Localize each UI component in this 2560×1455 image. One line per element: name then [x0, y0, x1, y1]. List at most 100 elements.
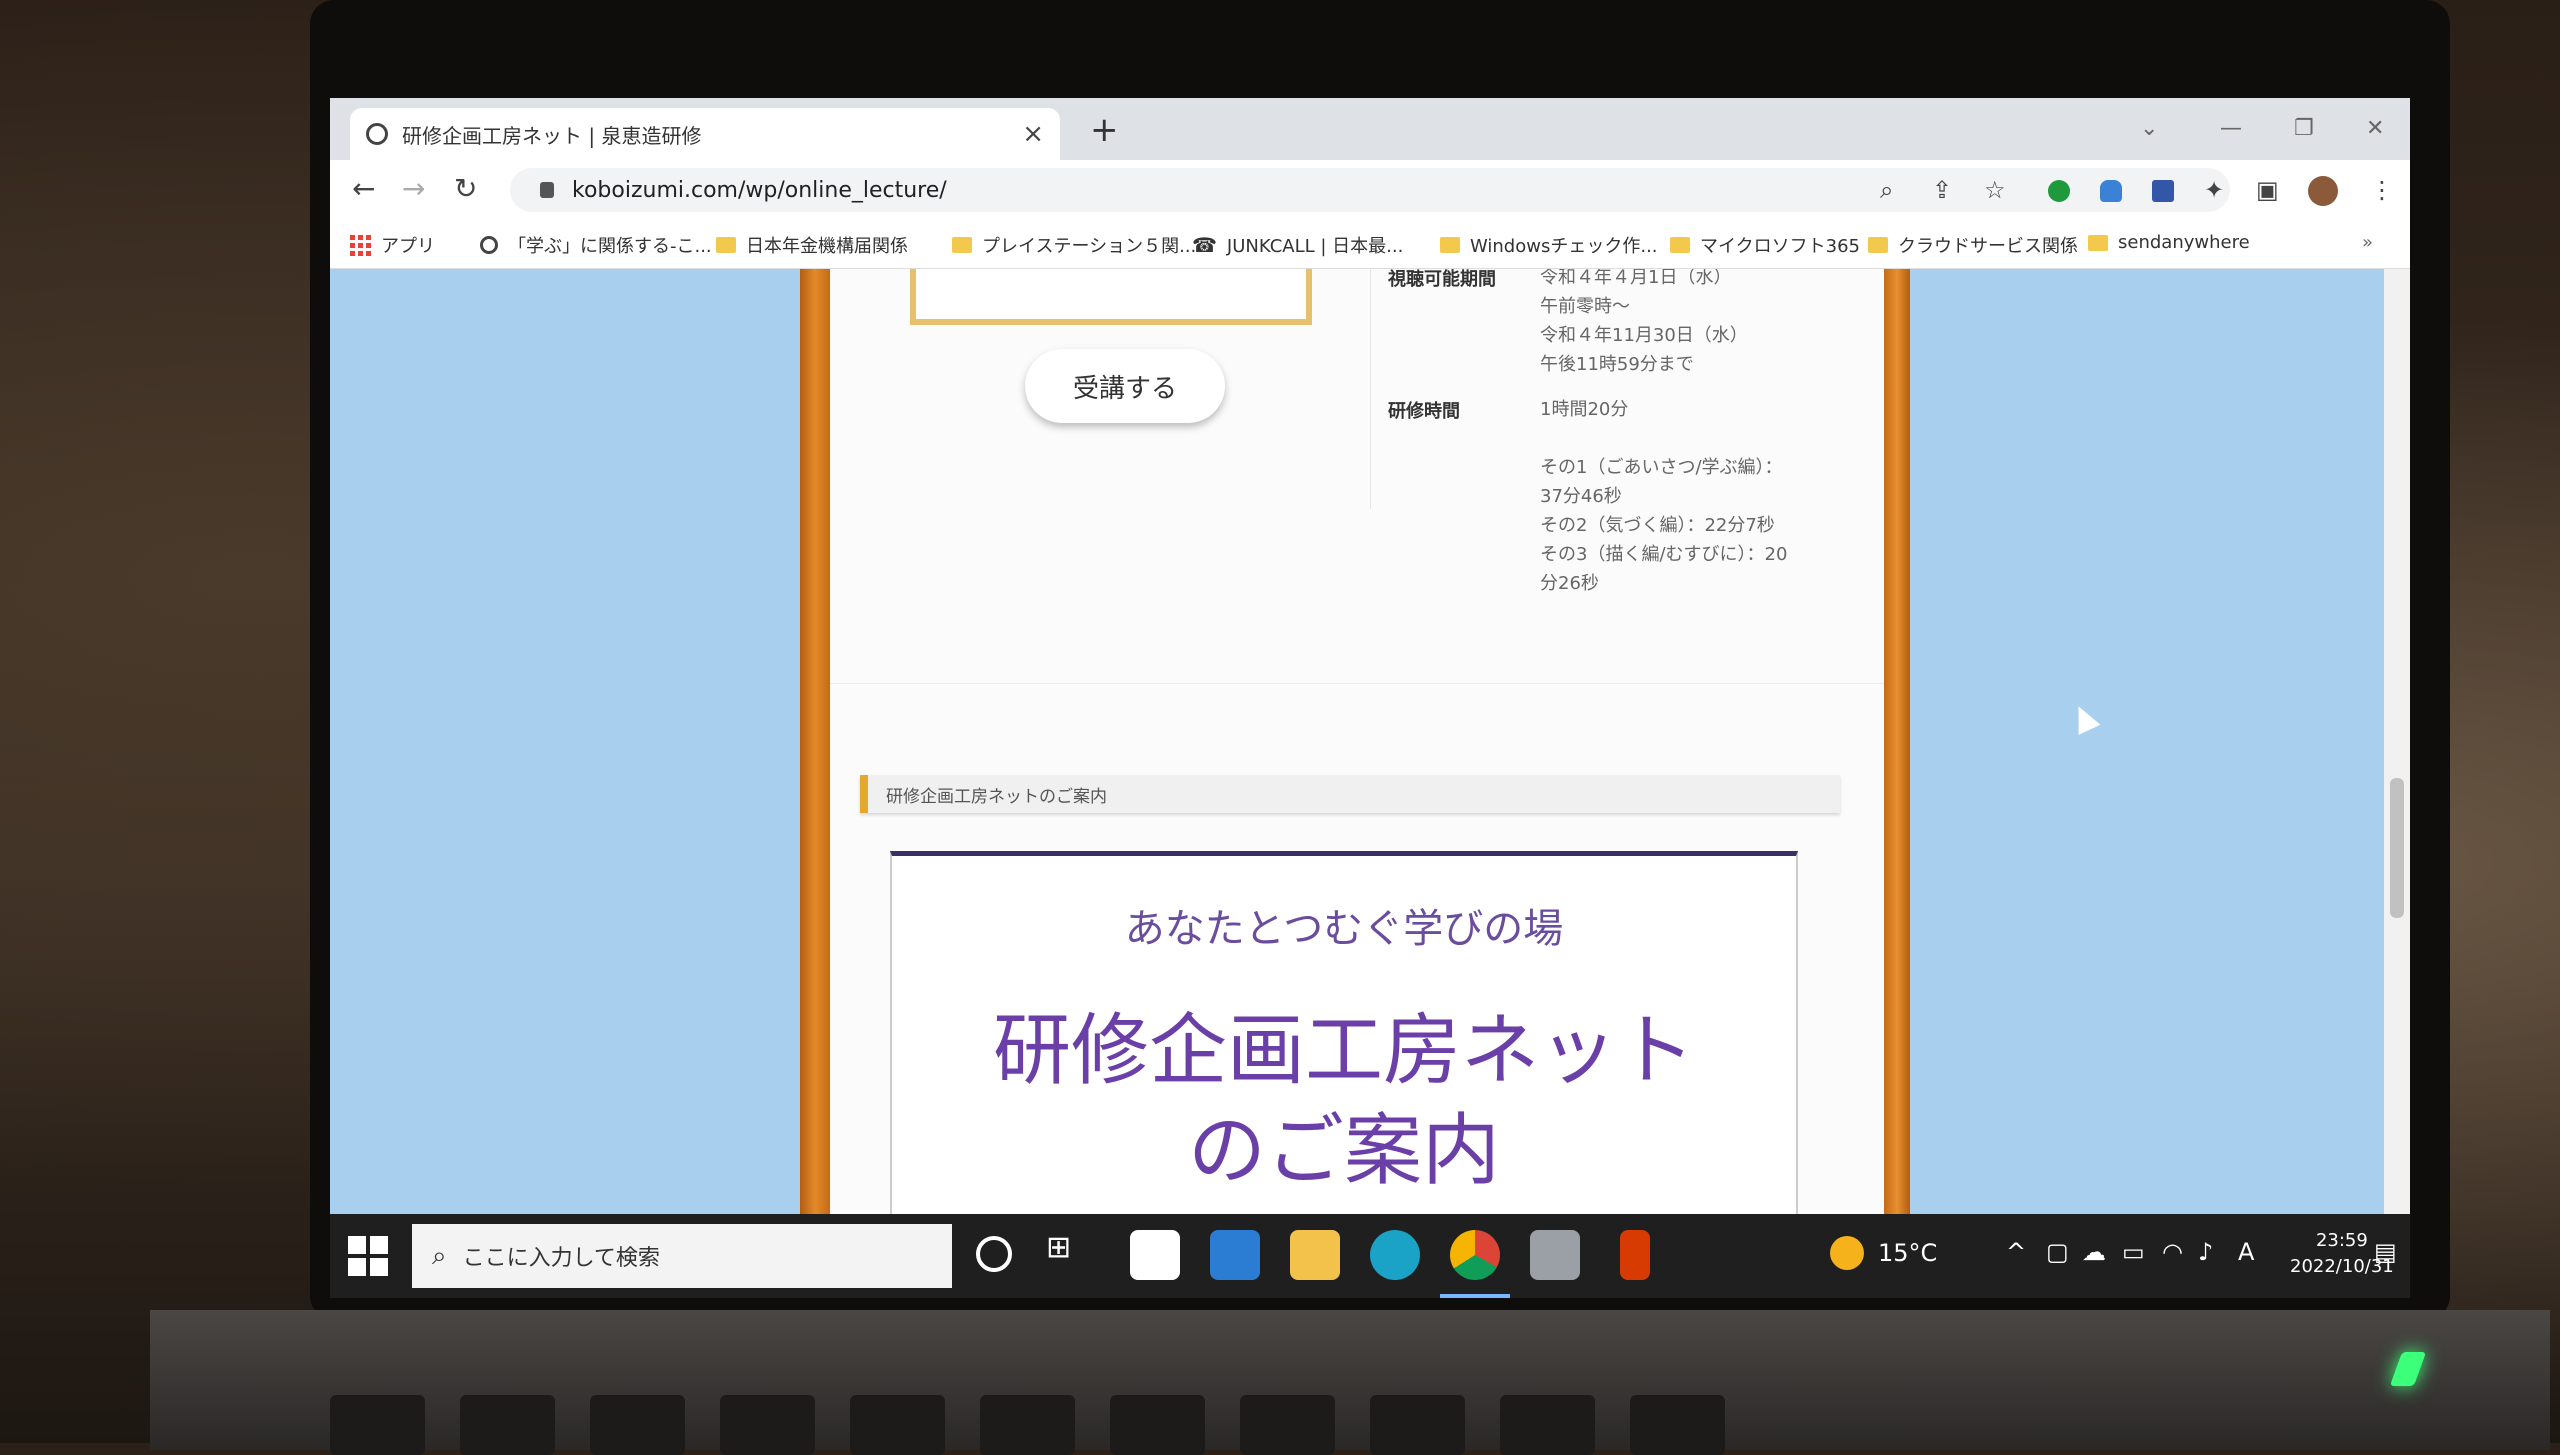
scrollbar-track[interactable] — [2384, 269, 2410, 1214]
banner-title: 研修企画工房ネット — [992, 1006, 1695, 1096]
office-icon[interactable] — [1620, 1230, 1650, 1280]
meet-now-icon[interactable]: ▢ — [2046, 1238, 2069, 1266]
task-view-icon[interactable]: ⊞ — [1046, 1230, 1096, 1280]
bookmark-apps[interactable]: アプリ — [350, 232, 435, 258]
close-tab-icon[interactable]: × — [1022, 119, 1044, 149]
mail-icon[interactable] — [1210, 1230, 1260, 1280]
part-line: その2（気づく編）：22分7秒 — [1540, 515, 1775, 536]
profile-avatar[interactable] — [2308, 176, 2338, 206]
keyboard-key — [330, 1395, 425, 1455]
edge-icon[interactable] — [1370, 1230, 1420, 1280]
restore-button[interactable]: ❐ — [2294, 116, 2314, 141]
share-icon[interactable]: ⇪ — [1932, 176, 1952, 204]
info-divider — [1370, 269, 1371, 509]
bookmark-folder[interactable]: Windowsチェック作... — [1440, 232, 1658, 258]
microsoft-store-icon[interactable] — [1130, 1230, 1180, 1280]
decorative-right-border — [1884, 269, 1910, 1214]
keyboard-key — [1500, 1395, 1595, 1455]
bookmark-folder[interactable]: プレイステーション５関... — [952, 232, 1196, 258]
browser-tab[interactable]: 研修企画工房ネット | 泉恵造研修 × — [350, 108, 1060, 160]
close-window-button[interactable]: ✕ — [2366, 116, 2384, 141]
bookmark-star-icon[interactable]: ☆ — [1984, 176, 2006, 204]
volume-icon[interactable]: ♪ — [2198, 1238, 2213, 1266]
camera-icon[interactable] — [1530, 1230, 1580, 1280]
enroll-button[interactable]: 受講する — [1025, 349, 1225, 423]
globe-icon — [480, 236, 498, 254]
side-panel-icon[interactable]: ▣ — [2256, 176, 2279, 204]
new-tab-button[interactable]: + — [1090, 110, 1119, 150]
forward-button[interactable]: → — [402, 172, 425, 205]
notification-icon[interactable]: ▤ — [2374, 1238, 2397, 1266]
bookmark-item[interactable]: 「学ぶ」に関係する-こ... — [480, 232, 712, 258]
taskbar-search-box[interactable]: ⌕ ここに入力して検索 — [412, 1224, 952, 1288]
onedrive-icon[interactable]: ☁ — [2082, 1238, 2106, 1266]
keyboard-key — [1630, 1395, 1725, 1455]
reload-button[interactable]: ↻ — [454, 172, 477, 205]
folder-icon — [952, 237, 972, 253]
section-separator — [830, 683, 1884, 684]
banner-title: のご案内 — [1187, 1106, 1500, 1196]
keyboard-key — [1110, 1395, 1205, 1455]
period-line: 午後11時59分まで — [1540, 354, 1694, 375]
content-panel: 受講する 視聴可能期間 令和４年４月1日（水） 午前零時～ 令和４年11月30日… — [830, 269, 1884, 1214]
bookmark-folder[interactable]: マイクロソフト365 — [1670, 232, 1860, 258]
junkcall-icon: ☎ — [1192, 233, 1217, 257]
extension-green-icon[interactable] — [2048, 180, 2070, 202]
battery-icon[interactable]: ▭ — [2122, 1238, 2145, 1266]
start-button[interactable] — [348, 1236, 388, 1276]
laptop-screen: 研修企画工房ネット | 泉恵造研修 × + ⌄ — ❐ ✕ ← → ↻ kobo… — [330, 98, 2410, 1298]
minimize-button[interactable]: — — [2220, 116, 2242, 141]
folder-icon — [2088, 234, 2108, 251]
cortana-icon[interactable] — [976, 1236, 1012, 1272]
weather-icon — [1830, 1236, 1864, 1270]
bookmark-folder[interactable]: sendanywhere — [2088, 232, 2250, 253]
part-line: 37分46秒 — [1540, 486, 1622, 507]
chrome-icon[interactable] — [1450, 1230, 1500, 1280]
address-bar[interactable]: koboizumi.com/wp/online_lecture/ — [510, 168, 2230, 212]
tab-search-chevron-icon[interactable]: ⌄ — [2140, 116, 2158, 141]
keyboard-key — [1240, 1395, 1335, 1455]
globe-icon — [366, 123, 388, 145]
period-line: 令和４年４月1日（水） — [1540, 269, 1732, 288]
back-button[interactable]: ← — [352, 172, 375, 205]
folder-icon — [1868, 237, 1888, 253]
tab-strip: 研修企画工房ネット | 泉恵造研修 × + ⌄ — ❐ ✕ — [330, 98, 2410, 160]
tab-title: 研修企画工房ネット | 泉恵造研修 — [402, 123, 702, 148]
windows-taskbar: ⌕ ここに入力して検索 ⊞ 15°C ^ ▢ ☁ ▭ ◠ ♪ A 23:59 2… — [330, 1214, 2410, 1298]
keyboard-key — [590, 1395, 685, 1455]
ime-indicator[interactable]: A — [2238, 1238, 2254, 1266]
part-line: その3（描く編/むすびに）：20 — [1540, 544, 1788, 565]
bookmarks-bar: アプリ 「学ぶ」に関係する-こ... 日本年金機構届関係 プレイステーション５関… — [330, 220, 2410, 269]
section-header: 研修企画工房ネットのご案内 — [860, 775, 1840, 813]
menu-kebab-icon[interactable]: ⋮ — [2370, 176, 2394, 204]
bookmark-folder[interactable]: 日本年金機構届関係 — [716, 232, 908, 258]
part-line: 分26秒 — [1540, 573, 1599, 594]
onedrive-extension-icon[interactable] — [2100, 180, 2122, 202]
wifi-icon[interactable]: ◠ — [2162, 1238, 2183, 1266]
extensions-puzzle-icon[interactable]: ✦ — [2204, 176, 2224, 204]
show-hidden-icons-icon[interactable]: ^ — [2006, 1238, 2026, 1266]
file-explorer-icon[interactable] — [1290, 1230, 1340, 1280]
bookmark-item[interactable]: ☎ JUNKCALL | 日本最... — [1192, 232, 1403, 258]
active-app-indicator — [1440, 1294, 1510, 1298]
scrollbar-thumb[interactable] — [2390, 778, 2404, 918]
keyboard-key — [460, 1395, 555, 1455]
more-bookmarks-icon[interactable]: » — [2362, 232, 2373, 253]
bookmark-folder[interactable]: クラウドサービス関係 — [1868, 232, 2078, 258]
guide-banner[interactable]: あなたとつむぐ学びの場 研修企画工房ネット のご案内 — [890, 851, 1798, 1214]
thumbnail-frame — [910, 269, 1312, 325]
browser-toolbar: ← → ↻ koboizumi.com/wp/online_lecture/ ⌕… — [330, 160, 2410, 220]
zoom-icon[interactable]: ⌕ — [1880, 176, 1893, 204]
period-line: 午前零時～ — [1540, 296, 1630, 317]
period-label: 視聴可能期間 — [1388, 269, 1496, 290]
weather-widget[interactable]: 15°C — [1830, 1236, 1937, 1270]
keyboard-key — [1370, 1395, 1465, 1455]
apps-grid-icon — [350, 234, 371, 256]
search-icon: ⌕ — [432, 1240, 447, 1271]
extension-blue-icon[interactable] — [2152, 180, 2174, 202]
folder-icon — [1440, 237, 1460, 253]
url-text: koboizumi.com/wp/online_lecture/ — [572, 177, 947, 203]
duration-value: 1時間20分 — [1540, 399, 1629, 420]
temperature: 15°C — [1878, 1239, 1938, 1267]
keyboard-key — [850, 1395, 945, 1455]
